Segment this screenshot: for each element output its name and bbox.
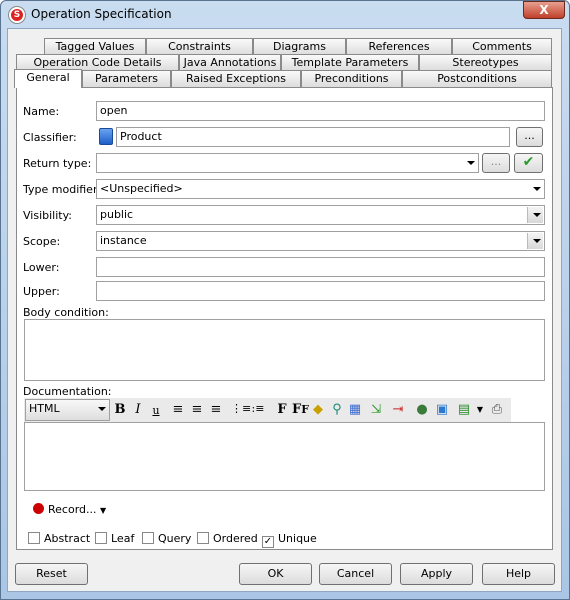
- type-modifier-label: Type modifier:: [23, 183, 101, 196]
- table-icon[interactable]: ▦: [347, 402, 363, 417]
- paste-icon[interactable]: ▤: [456, 402, 472, 417]
- class-icon: [99, 128, 113, 145]
- color-icon[interactable]: ◆: [310, 402, 326, 417]
- record-button[interactable]: Record... ▼: [33, 503, 106, 516]
- tab-preconditions[interactable]: Preconditions: [301, 70, 402, 87]
- tab-postconditions[interactable]: Postconditions: [402, 70, 552, 87]
- image-icon[interactable]: ▣: [434, 402, 450, 417]
- app-logo-icon: S: [9, 7, 25, 23]
- tab-references[interactable]: References: [346, 38, 452, 55]
- align-left-icon[interactable]: ≡: [170, 402, 186, 417]
- chevron-down-icon: [533, 213, 541, 217]
- tab-comments[interactable]: Comments: [452, 38, 552, 55]
- ok-button[interactable]: OK: [239, 563, 312, 585]
- tab-parameters[interactable]: Parameters: [82, 70, 171, 87]
- scope-label: Scope:: [23, 235, 61, 248]
- lower-input[interactable]: [96, 257, 545, 277]
- chevron-down-icon: [533, 239, 541, 243]
- name-label: Name:: [23, 105, 60, 118]
- body-condition-textarea[interactable]: [24, 319, 545, 381]
- tab-diagrams[interactable]: Diagrams: [253, 38, 346, 55]
- chevron-down-icon: [467, 161, 475, 165]
- apply-button[interactable]: Apply: [400, 563, 473, 585]
- link-icon[interactable]: ●: [414, 402, 430, 417]
- documentation-textarea[interactable]: [24, 422, 545, 491]
- type-modifier-combo[interactable]: <Unspecified>: [96, 179, 545, 199]
- lower-label: Lower:: [23, 261, 60, 274]
- bold-icon[interactable]: B: [112, 402, 128, 417]
- font-size-icon[interactable]: FF: [292, 402, 309, 417]
- confirm-check-button[interactable]: ✔: [514, 153, 543, 173]
- cancel-button[interactable]: Cancel: [319, 563, 392, 585]
- documentation-label: Documentation:: [23, 385, 112, 398]
- return-type-label: Return type:: [23, 157, 92, 170]
- align-right-icon[interactable]: ≡: [208, 402, 224, 417]
- print-icon[interactable]: ⎙: [489, 402, 505, 417]
- leaf-checkbox[interactable]: Leaf: [95, 532, 134, 545]
- insert-row-icon[interactable]: ⇲: [368, 402, 384, 417]
- font-icon[interactable]: F: [274, 402, 290, 417]
- numbered-list-icon[interactable]: ⋮≡: [231, 402, 251, 415]
- record-icon: [33, 503, 44, 514]
- tab-template-parameters[interactable]: Template Parameters: [281, 54, 419, 71]
- doc-format-combo[interactable]: HTML: [25, 399, 110, 421]
- return-type-combo[interactable]: [96, 153, 479, 173]
- visibility-combo[interactable]: public: [96, 205, 545, 225]
- unique-checkbox[interactable]: ✓ Unique: [262, 532, 317, 548]
- upper-input[interactable]: [96, 281, 545, 301]
- align-center-icon[interactable]: ≡: [189, 402, 205, 417]
- ordered-checkbox[interactable]: Ordered: [197, 532, 258, 545]
- pin-icon[interactable]: ⚲: [329, 402, 345, 417]
- scope-combo[interactable]: instance: [96, 231, 545, 251]
- chevron-down-icon: [98, 407, 106, 411]
- classifier-label: Classifier:: [23, 131, 77, 144]
- body-condition-label: Body condition:: [23, 306, 109, 319]
- visibility-label: Visibility:: [23, 209, 73, 222]
- reset-button[interactable]: Reset: [15, 563, 88, 585]
- italic-icon[interactable]: I: [130, 402, 146, 417]
- query-checkbox[interactable]: Query: [142, 532, 191, 545]
- chevron-down-icon: [533, 187, 541, 191]
- classifier-browse-button[interactable]: ...: [516, 127, 543, 147]
- classifier-input[interactable]: Product: [116, 127, 510, 147]
- help-button[interactable]: Help: [482, 563, 555, 585]
- delete-row-icon[interactable]: ⇥: [390, 402, 406, 417]
- close-button[interactable]: X: [523, 1, 565, 19]
- tab-constraints[interactable]: Constraints: [146, 38, 253, 55]
- bullet-list-icon[interactable]: :≡: [250, 402, 266, 415]
- return-type-browse-button[interactable]: ...: [482, 153, 510, 173]
- tab-java-annotations[interactable]: Java Annotations: [179, 54, 281, 71]
- window-title: Operation Specification: [31, 7, 172, 21]
- name-input[interactable]: open: [96, 101, 545, 121]
- abstract-checkbox[interactable]: Abstract: [28, 532, 90, 545]
- tab-stereotypes[interactable]: Stereotypes: [419, 54, 552, 71]
- tab-tagged-values[interactable]: Tagged Values: [44, 38, 146, 55]
- chevron-down-icon[interactable]: ▼: [472, 405, 488, 414]
- documentation-toolbar: HTML B I u ≡ ≡ ≡ ⋮≡ :≡ F FF ◆ ⚲ ▦ ⇲ ⇥ ● …: [24, 398, 511, 422]
- upper-label: Upper:: [23, 285, 60, 298]
- tab-raised-exceptions[interactable]: Raised Exceptions: [171, 70, 301, 87]
- tab-general[interactable]: General: [14, 69, 82, 88]
- underline-icon[interactable]: u: [148, 404, 164, 417]
- check-icon: ✔: [522, 154, 535, 170]
